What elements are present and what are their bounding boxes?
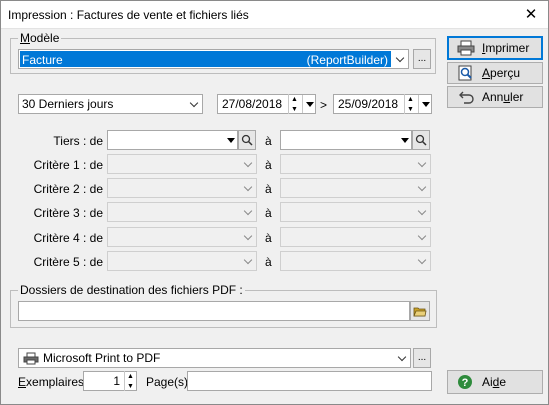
chevron-down-icon[interactable] xyxy=(414,228,430,246)
date-from-spinner[interactable]: ▲ ▼ xyxy=(288,94,300,114)
date-to-dropdown-icon[interactable] xyxy=(418,95,432,113)
preview-button[interactable]: Aperçu xyxy=(447,62,543,84)
folder-icon xyxy=(413,307,427,316)
chevron-down-icon[interactable] xyxy=(240,252,256,270)
criteria-1-from-select[interactable] xyxy=(107,154,257,174)
spin-down-icon[interactable]: ▼ xyxy=(125,381,136,391)
window-title: Impression : Factures de vente et fichie… xyxy=(8,8,249,22)
date-separator: > xyxy=(320,98,328,112)
criteria-4-to-select[interactable] xyxy=(280,227,431,247)
modele-legend: Modèle xyxy=(18,31,62,45)
criteria-to-label: à xyxy=(265,255,272,269)
criteria-to-label: à xyxy=(265,231,272,245)
chevron-down-icon[interactable] xyxy=(414,179,430,197)
help-button[interactable]: ? Aide xyxy=(447,370,543,394)
criteria-2-to-select[interactable] xyxy=(280,178,431,198)
spin-up-icon[interactable]: ▲ xyxy=(289,94,300,104)
chevron-down-icon[interactable] xyxy=(414,155,430,173)
criteria-4-from-select[interactable] xyxy=(107,227,257,247)
pdf-legend: Dossiers de destination des fichiers PDF… xyxy=(18,283,245,297)
chevron-down-icon[interactable] xyxy=(392,50,408,68)
print-dialog: Impression : Factures de vente et fichie… xyxy=(0,0,549,405)
criteria-label-tiers: Tiers : de xyxy=(53,134,103,148)
print-button[interactable]: Imprimer xyxy=(447,36,543,60)
criteria-to-label: à xyxy=(265,134,272,148)
modele-more-button[interactable]: ... xyxy=(413,49,431,69)
printer-value: Microsoft Print to PDF xyxy=(43,351,161,365)
copies-label: Exemplaires xyxy=(18,375,85,389)
date-to-spinner[interactable]: ▲ ▼ xyxy=(404,94,416,114)
spin-up-icon[interactable]: ▲ xyxy=(405,94,416,104)
tiers-from-select[interactable] xyxy=(107,130,238,150)
criteria-label-1: Critère 1 : de xyxy=(33,158,103,172)
criteria-to-label: à xyxy=(265,182,272,196)
chevron-down-icon[interactable] xyxy=(240,155,256,173)
period-value: 30 Derniers jours xyxy=(22,97,114,111)
modele-selection-highlight: Facture (ReportBuilder) xyxy=(20,51,391,67)
pages-field[interactable] xyxy=(187,371,432,391)
chevron-down-icon[interactable] xyxy=(414,252,430,270)
chevron-down-icon[interactable] xyxy=(394,349,410,367)
chevron-down-icon[interactable] xyxy=(186,95,202,113)
spin-down-icon[interactable]: ▼ xyxy=(289,104,300,114)
criteria-3-to-select[interactable] xyxy=(280,202,431,222)
dropdown-arrow-icon[interactable] xyxy=(399,131,411,149)
title-bar: Impression : Factures de vente et fichie… xyxy=(1,1,548,29)
modele-type: (ReportBuilder) xyxy=(306,53,388,67)
pdf-folder-field[interactable] xyxy=(18,301,410,321)
tiers-to-search-button[interactable] xyxy=(412,130,430,150)
undo-icon xyxy=(459,91,474,104)
printer-icon xyxy=(457,40,475,56)
period-select[interactable]: 30 Derniers jours xyxy=(18,94,203,114)
date-from-value: 27/08/2018 xyxy=(222,97,283,111)
chevron-down-icon[interactable] xyxy=(414,203,430,221)
printer-more-button[interactable]: ... xyxy=(413,348,431,368)
spin-up-icon[interactable]: ▲ xyxy=(125,371,136,381)
date-from-dropdown-icon[interactable] xyxy=(302,95,316,113)
tiers-to-select[interactable] xyxy=(280,130,412,150)
criteria-2-from-select[interactable] xyxy=(107,178,257,198)
pdf-folder-browse-button[interactable] xyxy=(410,301,430,321)
criteria-to-label: à xyxy=(265,158,272,172)
chevron-down-icon[interactable] xyxy=(240,228,256,246)
preview-icon xyxy=(458,65,472,81)
tiers-from-search-button[interactable] xyxy=(238,130,256,150)
date-to-value: 25/09/2018 xyxy=(338,97,399,111)
chevron-down-icon[interactable] xyxy=(240,179,256,197)
criteria-5-to-select[interactable] xyxy=(280,251,431,271)
chevron-down-icon[interactable] xyxy=(240,203,256,221)
criteria-to-label: à xyxy=(265,206,272,220)
help-icon: ? xyxy=(458,375,472,389)
search-icon xyxy=(241,134,253,146)
copies-spinner[interactable]: ▲ ▼ xyxy=(124,371,136,391)
criteria-3-from-select[interactable] xyxy=(107,202,257,222)
svg-text:?: ? xyxy=(462,377,469,389)
pages-label: Page(s) xyxy=(146,375,189,389)
printer-select[interactable]: Microsoft Print to PDF xyxy=(18,348,411,368)
close-icon[interactable]: ✕ xyxy=(516,1,546,28)
dropdown-arrow-icon[interactable] xyxy=(225,131,237,149)
copies-field[interactable]: 1 ▲ ▼ xyxy=(83,371,137,391)
criteria-label-5: Critère 5 : de xyxy=(33,255,103,269)
modele-name: Facture xyxy=(22,53,63,67)
criteria-label-3: Critère 3 : de xyxy=(33,206,103,220)
copies-value: 1 xyxy=(113,374,120,388)
criteria-5-from-select[interactable] xyxy=(107,251,257,271)
criteria-1-to-select[interactable] xyxy=(280,154,431,174)
date-to-field[interactable]: 25/09/2018 ▲ ▼ xyxy=(333,94,432,114)
cancel-button[interactable]: Annuler xyxy=(447,86,543,108)
modele-select[interactable]: Facture (ReportBuilder) xyxy=(18,49,409,69)
printer-icon xyxy=(23,352,39,365)
spin-down-icon[interactable]: ▼ xyxy=(405,104,416,114)
criteria-label-2: Critère 2 : de xyxy=(33,182,103,196)
criteria-label-4: Critère 4 : de xyxy=(33,231,103,245)
search-icon xyxy=(415,134,427,146)
date-from-field[interactable]: 27/08/2018 ▲ ▼ xyxy=(217,94,316,114)
